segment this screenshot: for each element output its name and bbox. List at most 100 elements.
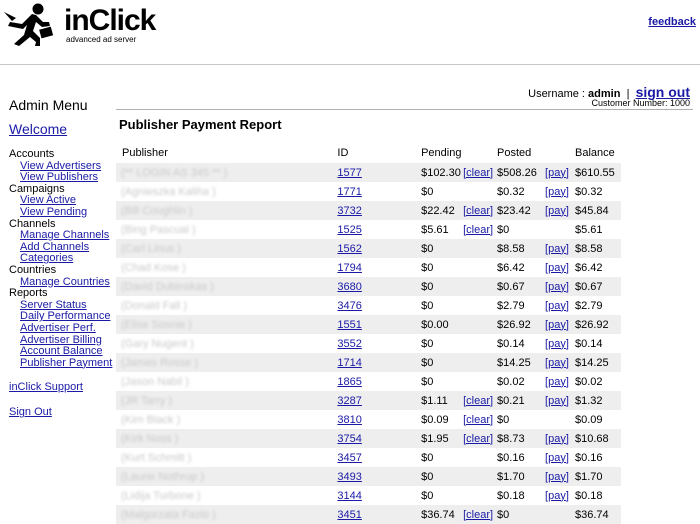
table-row: (David Dubinskas ) 3680 $0 $0.67 [pay] $0.67	[116, 277, 621, 296]
publisher-id-link[interactable]: 1551	[337, 319, 361, 331]
publisher-id-link[interactable]: 3451	[337, 509, 361, 521]
page-title: Publisher Payment Report	[119, 117, 282, 132]
clear-link[interactable]: [clear]	[463, 224, 493, 236]
publisher-id-link[interactable]: 3144	[337, 490, 361, 502]
publisher-id-link[interactable]: 1714	[337, 357, 361, 369]
publisher-name: (** LOGIN AS 345 ** )	[121, 166, 228, 179]
table-row: (James Rosse ) 1714 $0 $14.25 [pay] $14.25	[116, 353, 621, 372]
balance-amount: $2.79	[575, 299, 603, 312]
publisher-id-link[interactable]: 3476	[337, 300, 361, 312]
feedback-link[interactable]: feedback	[648, 16, 696, 28]
header: inClick advanced ad server feedback	[0, 0, 700, 64]
clear-link[interactable]: [clear]	[463, 395, 493, 407]
pending-amount: $0.00	[421, 318, 449, 331]
inclick-support-link[interactable]: inClick Support	[9, 381, 114, 393]
clear-link[interactable]: [clear]	[463, 509, 493, 521]
pay-link[interactable]: [pay]	[545, 490, 569, 502]
welcome-link[interactable]: Welcome	[9, 121, 114, 137]
pay-link[interactable]: [pay]	[545, 376, 569, 388]
publisher-id-link[interactable]: 3552	[337, 338, 361, 350]
posted-amount: $0.67	[497, 280, 525, 293]
pay-link[interactable]: [pay]	[545, 471, 569, 483]
balance-amount: $1.32	[575, 394, 603, 407]
pending-amount: $0.09	[421, 413, 449, 426]
publisher-name: (Donald Fall )	[121, 299, 188, 312]
admin-menu: Admin Menu Welcome Accounts View Adverti…	[9, 97, 114, 418]
clear-link[interactable]: [clear]	[463, 414, 493, 426]
posted-amount: $2.79	[497, 299, 525, 312]
pay-link[interactable]: [pay]	[545, 433, 569, 445]
pay-link[interactable]: [pay]	[545, 338, 569, 350]
pay-link[interactable]: [pay]	[545, 300, 569, 312]
table-row: (Kurt Schmitt ) 3457 $0 $0.16 [pay] $0.16	[116, 448, 621, 467]
pay-link[interactable]: [pay]	[545, 395, 569, 407]
menu-item-advertiser-perf[interactable]: Advertiser Perf.	[9, 322, 114, 335]
pending-amount: $0	[421, 451, 434, 464]
clear-link[interactable]: [clear]	[463, 205, 493, 217]
balance-amount: $8.58	[575, 242, 603, 255]
pay-link[interactable]: [pay]	[545, 452, 569, 464]
publisher-id-link[interactable]: 3732	[337, 205, 361, 217]
publisher-name: (Kim Black )	[121, 413, 181, 426]
posted-amount: $0.18	[497, 489, 525, 502]
publisher-id-link[interactable]: 1771	[337, 186, 361, 198]
publisher-name: (Bill Coughlin )	[121, 204, 193, 217]
posted-amount: $8.73	[497, 432, 525, 445]
balance-amount: $0.02	[575, 375, 603, 388]
clear-link[interactable]: [clear]	[463, 433, 493, 445]
posted-amount: $508.26	[497, 166, 537, 179]
publisher-id-link[interactable]: 1562	[337, 243, 361, 255]
pending-amount: $0	[421, 242, 434, 255]
menu-item-account-balance[interactable]: Account Balance	[9, 345, 114, 358]
publisher-id-link[interactable]: 3493	[337, 471, 361, 483]
publisher-id-link[interactable]: 1525	[337, 224, 361, 236]
posted-amount: $6.42	[497, 261, 525, 274]
table-row: (Jason Nabil ) 1865 $0 $0.02 [pay] $0.02	[116, 372, 621, 391]
pay-link[interactable]: [pay]	[545, 243, 569, 255]
posted-amount: $14.25	[497, 356, 531, 369]
balance-amount: $0.14	[575, 337, 603, 350]
publisher-id-link[interactable]: 3754	[337, 433, 361, 445]
pay-link[interactable]: [pay]	[545, 262, 569, 274]
table-row: (Malgorzata Fazio ) 3451 $36.74 [clear] $0 $3…	[116, 505, 621, 524]
posted-amount: $26.92	[497, 318, 531, 331]
pending-amount: $0	[421, 470, 434, 483]
publisher-name: (Laurie Nothrup )	[121, 470, 205, 483]
pay-link[interactable]: [pay]	[545, 186, 569, 198]
pay-link[interactable]: [pay]	[545, 281, 569, 293]
pay-link[interactable]: [pay]	[545, 319, 569, 331]
table-row: (Gary Nugent ) 3552 $0 $0.14 [pay] $0.14	[116, 334, 621, 353]
publisher-id-link[interactable]: 3810	[337, 414, 361, 426]
publisher-name: (Carl Linus )	[121, 242, 181, 255]
publisher-name: (David Dubinskas )	[121, 280, 214, 293]
pending-amount: $0	[421, 356, 434, 369]
logo-tagline: advanced ad server	[66, 35, 137, 44]
table-row: (Chad Kose ) 1794 $0 $6.42 [pay] $6.42	[116, 258, 621, 277]
column-header-posted: Posted	[497, 147, 532, 159]
table-row: (Agnieszka Kaliha ) 1771 $0 $0.32 [pay] $0.32	[116, 182, 621, 201]
column-header-id: ID	[337, 147, 349, 159]
table-row: (Elise Sosnie ) 1551 $0.00 $26.92 [pay] $26.9…	[116, 315, 621, 334]
publisher-id-link[interactable]: 3457	[337, 452, 361, 464]
sidebar-sign-out-link[interactable]: Sign Out	[9, 406, 114, 418]
pay-link[interactable]: [pay]	[545, 205, 569, 217]
publisher-name: (JR Tarry )	[121, 394, 173, 407]
pending-amount: $1.95	[421, 432, 449, 445]
pay-link[interactable]: [pay]	[545, 357, 569, 369]
posted-amount: $0	[497, 413, 510, 426]
posted-amount: $8.58	[497, 242, 525, 255]
menu-item-view-pending[interactable]: View Pending	[9, 206, 114, 219]
logo[interactable]: inClick advanced ad server	[2, 2, 156, 46]
publisher-id-link[interactable]: 3287	[337, 395, 361, 407]
pending-amount: $1.11	[421, 394, 448, 407]
publisher-id-link[interactable]: 1577	[337, 167, 361, 179]
menu-item-publisher-payment[interactable]: Publisher Payment	[9, 357, 114, 370]
table-row: (Bing Pascual ) 1525 $5.61 [clear] $0 $5.61	[116, 220, 621, 239]
pay-link[interactable]: [pay]	[545, 167, 569, 179]
publisher-id-link[interactable]: 3680	[337, 281, 361, 293]
clear-link[interactable]: [clear]	[463, 167, 493, 179]
menu-item-manage-channels[interactable]: Manage Channels	[9, 230, 114, 242]
publisher-id-link[interactable]: 1794	[337, 262, 361, 274]
logo-text: inClick	[64, 4, 156, 37]
publisher-id-link[interactable]: 1865	[337, 376, 361, 388]
